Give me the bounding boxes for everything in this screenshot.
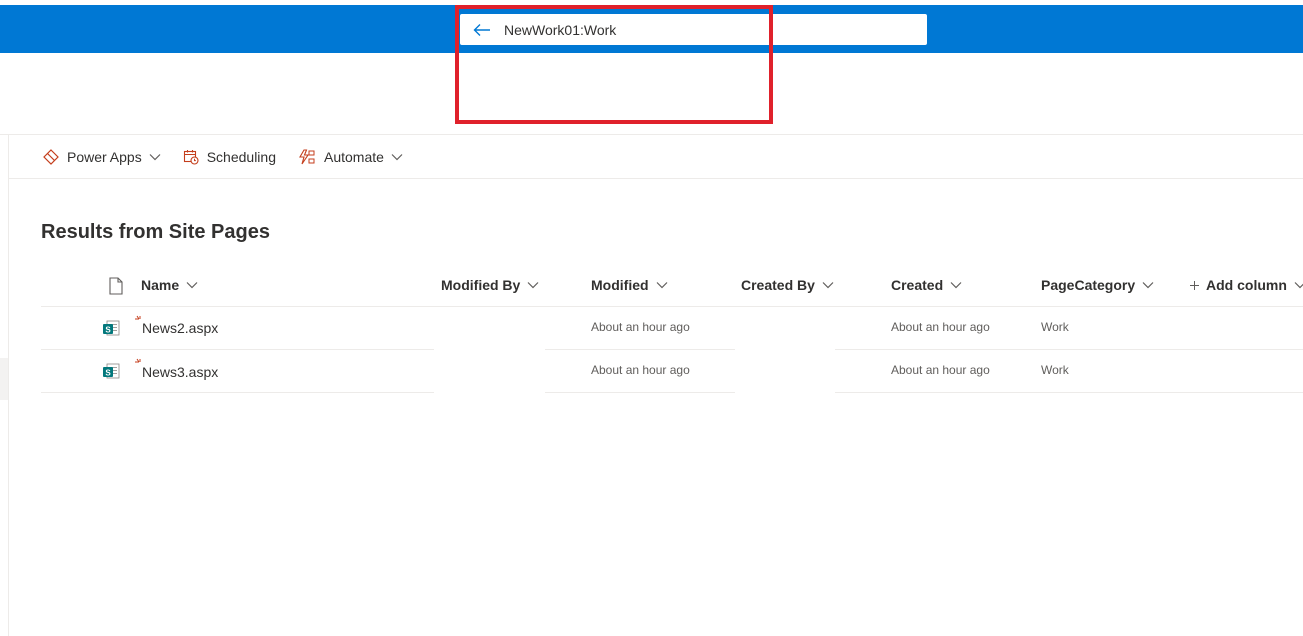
file-type-column-header[interactable] — [101, 277, 124, 295]
column-header-name-label: Name — [141, 277, 180, 293]
scheduling-button[interactable]: Scheduling — [183, 149, 276, 165]
column-header-modified-label: Modified — [591, 277, 649, 293]
sharepoint-page-icon: S — [103, 320, 120, 336]
chevron-down-icon — [527, 282, 539, 289]
document-icon — [109, 277, 123, 295]
left-rail-handle — [0, 358, 8, 400]
command-bar: Power Apps Scheduling Automate — [9, 135, 1303, 179]
chevron-down-icon — [656, 282, 667, 289]
add-column-label: Add column — [1206, 277, 1287, 293]
column-header-name[interactable]: Name — [141, 277, 198, 293]
row-divider — [835, 349, 1303, 350]
row-divider — [41, 349, 434, 350]
column-header-created-by[interactable]: Created By — [741, 277, 834, 293]
svg-text:S: S — [105, 326, 111, 335]
power-apps-icon — [43, 148, 59, 165]
results-title: Results from Site Pages — [41, 221, 270, 243]
column-header-modified-by[interactable]: Modified By — [441, 277, 539, 293]
chevron-down-icon — [822, 282, 834, 289]
flow-icon — [299, 148, 315, 164]
plus-icon — [1190, 280, 1199, 290]
column-header-page-category-label: PageCategory — [1041, 277, 1136, 293]
row-divider — [545, 349, 735, 350]
calendar-clock-icon — [183, 149, 199, 165]
power-apps-button[interactable]: Power Apps — [43, 149, 161, 165]
column-header-created-label: Created — [891, 277, 944, 293]
page-category-cell: Work — [1041, 320, 1069, 334]
file-name-link[interactable]: News2.aspx — [142, 320, 218, 336]
modified-cell: About an hour ago — [591, 320, 690, 334]
column-header-modified-by-label: Modified By — [441, 277, 521, 293]
chevron-down-icon — [950, 282, 962, 289]
sharepoint-page-icon: S — [103, 363, 120, 379]
add-column-button[interactable]: Add column — [1189, 277, 1303, 293]
chevron-down-icon — [186, 282, 198, 289]
scheduling-label: Scheduling — [206, 148, 276, 165]
file-name-link[interactable]: News3.aspx — [142, 364, 218, 380]
chevron-down-icon — [391, 153, 403, 160]
chevron-down-icon — [1294, 282, 1303, 289]
created-cell: About an hour ago — [891, 363, 990, 377]
column-header-page-category[interactable]: PageCategory — [1041, 277, 1154, 293]
chevron-down-icon — [149, 153, 161, 160]
column-header-created-by-label: Created By — [741, 277, 815, 293]
svg-text:S: S — [105, 369, 111, 378]
column-header-modified[interactable]: Modified — [591, 277, 668, 293]
chevron-down-icon — [1142, 282, 1154, 289]
row-divider — [41, 392, 434, 393]
row-divider — [835, 392, 1303, 393]
column-header-created[interactable]: Created — [891, 277, 962, 293]
page-category-cell: Work — [1041, 363, 1069, 377]
created-cell: About an hour ago — [891, 320, 990, 334]
table-header-divider — [41, 306, 1303, 307]
automate-label: Automate — [324, 148, 384, 165]
row-divider — [545, 392, 735, 393]
highlight-annotation-box — [455, 5, 773, 124]
left-rail-divider — [8, 135, 9, 636]
automate-button[interactable]: Automate — [298, 149, 403, 165]
modified-cell: About an hour ago — [591, 363, 690, 377]
power-apps-label: Power Apps — [67, 148, 142, 165]
